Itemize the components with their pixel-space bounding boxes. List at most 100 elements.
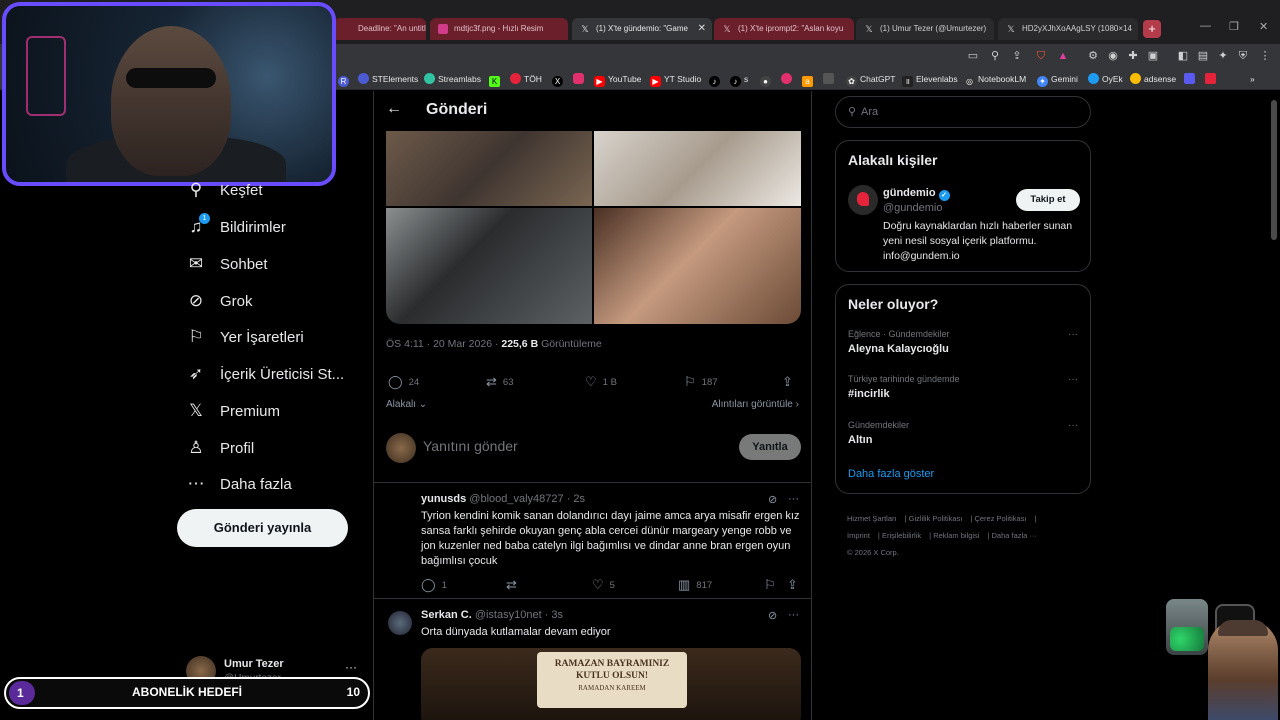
nav-item-bookmarks[interactable]: ⚐ Yer İşaretleri: [186, 322, 303, 352]
like-button[interactable]: ♡ 5: [592, 577, 615, 593]
bookmark-item[interactable]: ॥ Elevenlabs: [902, 72, 958, 87]
rewards-icon[interactable]: ▲: [1056, 49, 1070, 63]
person-handle[interactable]: @gundemio: [883, 202, 942, 214]
more-icon[interactable]: ···: [788, 609, 799, 621]
nav-item-creator-studio[interactable]: ➶ İçerik Üreticisi St...: [186, 359, 344, 389]
nav-item-premium[interactable]: 𝕏 Premium: [186, 396, 280, 426]
zoom-icon[interactable]: ⚲: [988, 49, 1002, 63]
bookmark-item[interactable]: R: [338, 72, 352, 87]
new-tab-button[interactable]: +: [1143, 20, 1161, 38]
sort-replies-dropdown[interactable]: Alakalı ⌄: [386, 399, 427, 410]
bookmark-item[interactable]: [1184, 72, 1198, 86]
bookmark-item[interactable]: ●: [760, 72, 774, 87]
bookmark-item[interactable]: [823, 72, 837, 86]
browser-tab-active[interactable]: 𝕏 (1) X'te gündemio: "Game ✕: [572, 18, 712, 40]
nav-item-more[interactable]: ⋯ Daha fazla: [186, 469, 292, 499]
bookmark-item[interactable]: ◎ NotebookLM: [964, 72, 1026, 87]
puzzle-icon[interactable]: ✚: [1126, 49, 1140, 63]
bookmark-item[interactable]: TÖH: [510, 72, 542, 86]
bookmark-item[interactable]: X: [552, 72, 566, 87]
reply-submit-button[interactable]: Yanıtla: [739, 434, 801, 460]
more-icon[interactable]: ···: [1068, 374, 1078, 385]
more-icon[interactable]: ···: [1068, 420, 1078, 431]
avatar[interactable]: [848, 185, 878, 215]
tweet-image[interactable]: RAMAZAN BAYRAMINIZ KUTLU OLSUN! RAMADAN …: [421, 648, 801, 720]
page-scrollbar[interactable]: [1271, 100, 1277, 240]
share-button[interactable]: ⇪: [782, 374, 799, 390]
footer-link[interactable]: Erişilebilirlik: [882, 531, 921, 540]
bookmark-item[interactable]: ▶ YT Studio: [650, 72, 701, 87]
tweet-author[interactable]: yunusds @blood_valy48727 · 2s: [421, 493, 585, 505]
install-icon[interactable]: ▭: [966, 49, 980, 63]
extension-icon[interactable]: ⚙: [1086, 49, 1100, 63]
sidebar-icon[interactable]: ◧: [1176, 49, 1190, 63]
tweet-author[interactable]: Serkan C. @istasy10net · 3s: [421, 609, 563, 621]
post-photo[interactable]: [386, 131, 592, 206]
bookmark-button[interactable]: ⚐ 187: [684, 374, 718, 390]
bookmark-item[interactable]: a: [802, 72, 816, 87]
window-close-icon[interactable]: ✕: [1259, 20, 1268, 33]
reply-tweet[interactable]: yunusds @blood_valy48727 · 2s ⊘ ··· Tyri…: [374, 483, 811, 599]
bookmark-item[interactable]: ✿ ChatGPT: [846, 72, 895, 87]
brave-shield-icon[interactable]: ⛉: [1034, 49, 1048, 63]
trend-item[interactable]: Türkiye tarihinde gündemde #incirlik ···: [848, 374, 1078, 400]
follow-button[interactable]: Takip et: [1016, 189, 1080, 211]
avatar[interactable]: [388, 611, 412, 635]
nav-item-notifications[interactable]: ♫ 1 Bildirimler: [186, 212, 286, 242]
bookmark-item[interactable]: adsense: [1130, 72, 1176, 86]
post-timestamp[interactable]: ÖS 4:11 · 20 Mar 2026 ·: [386, 338, 501, 350]
like-button[interactable]: ♡ 1 B: [585, 374, 617, 390]
bookmark-item[interactable]: ✦ Gemini: [1037, 72, 1078, 87]
bookmark-item[interactable]: ♪ s: [730, 72, 748, 87]
view-quotes-link[interactable]: Alıntıları görüntüle ›: [712, 399, 799, 410]
repost-button[interactable]: ⇄: [506, 577, 523, 593]
bookmarks-overflow-icon[interactable]: »: [1250, 72, 1255, 86]
browser-tab[interactable]: 𝕏 (1) X'te iprompt2: "Aslan koyu: [714, 18, 854, 40]
repost-button[interactable]: ⇄ 63: [486, 374, 513, 390]
reply-button[interactable]: ◯ 24: [388, 374, 419, 390]
menu-icon[interactable]: ⋮: [1258, 49, 1272, 63]
browser-tab[interactable]: 𝕏 HD2yXJhXoAAgLSY (1080×14: [998, 18, 1138, 40]
grok-explain-icon[interactable]: ⊘: [768, 609, 777, 622]
nav-item-profile[interactable]: ♙ Profil: [186, 433, 254, 463]
post-photo[interactable]: [386, 208, 592, 324]
bookmark-item[interactable]: K: [489, 72, 503, 87]
footer-link[interactable]: Daha fazla ···: [992, 531, 1037, 540]
person-name[interactable]: gündemio ✓: [883, 187, 950, 201]
bookmark-item[interactable]: ▶ YouTube: [594, 72, 641, 87]
footer-link[interactable]: Çerez Politikası: [974, 514, 1026, 523]
extension-icon[interactable]: ▣: [1146, 49, 1160, 63]
vpn-icon[interactable]: ⛨: [1236, 49, 1250, 63]
more-icon[interactable]: ···: [345, 660, 357, 674]
grok-explain-icon[interactable]: ⊘: [768, 493, 777, 506]
more-icon[interactable]: ···: [1068, 329, 1078, 340]
extension-icon[interactable]: ◉: [1106, 49, 1120, 63]
reply-input[interactable]: Yanıtını gönder: [423, 438, 518, 454]
bookmark-item[interactable]: STElements: [358, 72, 418, 86]
bookmark-item[interactable]: [573, 72, 587, 86]
nav-item-messages[interactable]: ✉ Sohbet: [186, 249, 268, 279]
bookmark-item[interactable]: [781, 72, 795, 86]
nav-item-grok[interactable]: ⊘ Grok: [186, 286, 253, 316]
footer-link[interactable]: Hizmet Şartları: [847, 514, 897, 523]
browser-tab[interactable]: mdtjc3f.png - Hızlı Resim: [430, 18, 568, 40]
bookmark-item[interactable]: OyEk: [1088, 72, 1123, 86]
restore-icon[interactable]: ❐: [1229, 20, 1239, 33]
leo-ai-icon[interactable]: ✦: [1216, 49, 1230, 63]
bookmark-item[interactable]: Streamlabs: [424, 72, 481, 86]
share-button[interactable]: ⇪: [787, 577, 804, 593]
back-arrow-icon[interactable]: ←: [386, 100, 402, 118]
post-button[interactable]: Gönderi yayınla: [177, 509, 348, 547]
views-button[interactable]: ▥ 817: [678, 577, 712, 593]
bookmark-item[interactable]: ♪: [709, 72, 723, 87]
nav-item-explore[interactable]: ⚲ Keşfet: [186, 175, 263, 205]
bookmark-item[interactable]: [1205, 72, 1219, 86]
more-icon[interactable]: ···: [788, 493, 799, 505]
trend-item[interactable]: Eğlence · Gündemdekiler Aleyna Kalaycıoğ…: [848, 329, 1078, 355]
minimize-icon[interactable]: —: [1200, 20, 1211, 32]
search-input[interactable]: ⚲ Ara: [835, 96, 1091, 128]
trend-item[interactable]: Gündemdekiler Altın ···: [848, 420, 1078, 446]
reply-button[interactable]: ◯ 1: [421, 577, 447, 593]
post-photo[interactable]: [594, 131, 801, 206]
tab-close-icon[interactable]: ✕: [698, 18, 706, 40]
